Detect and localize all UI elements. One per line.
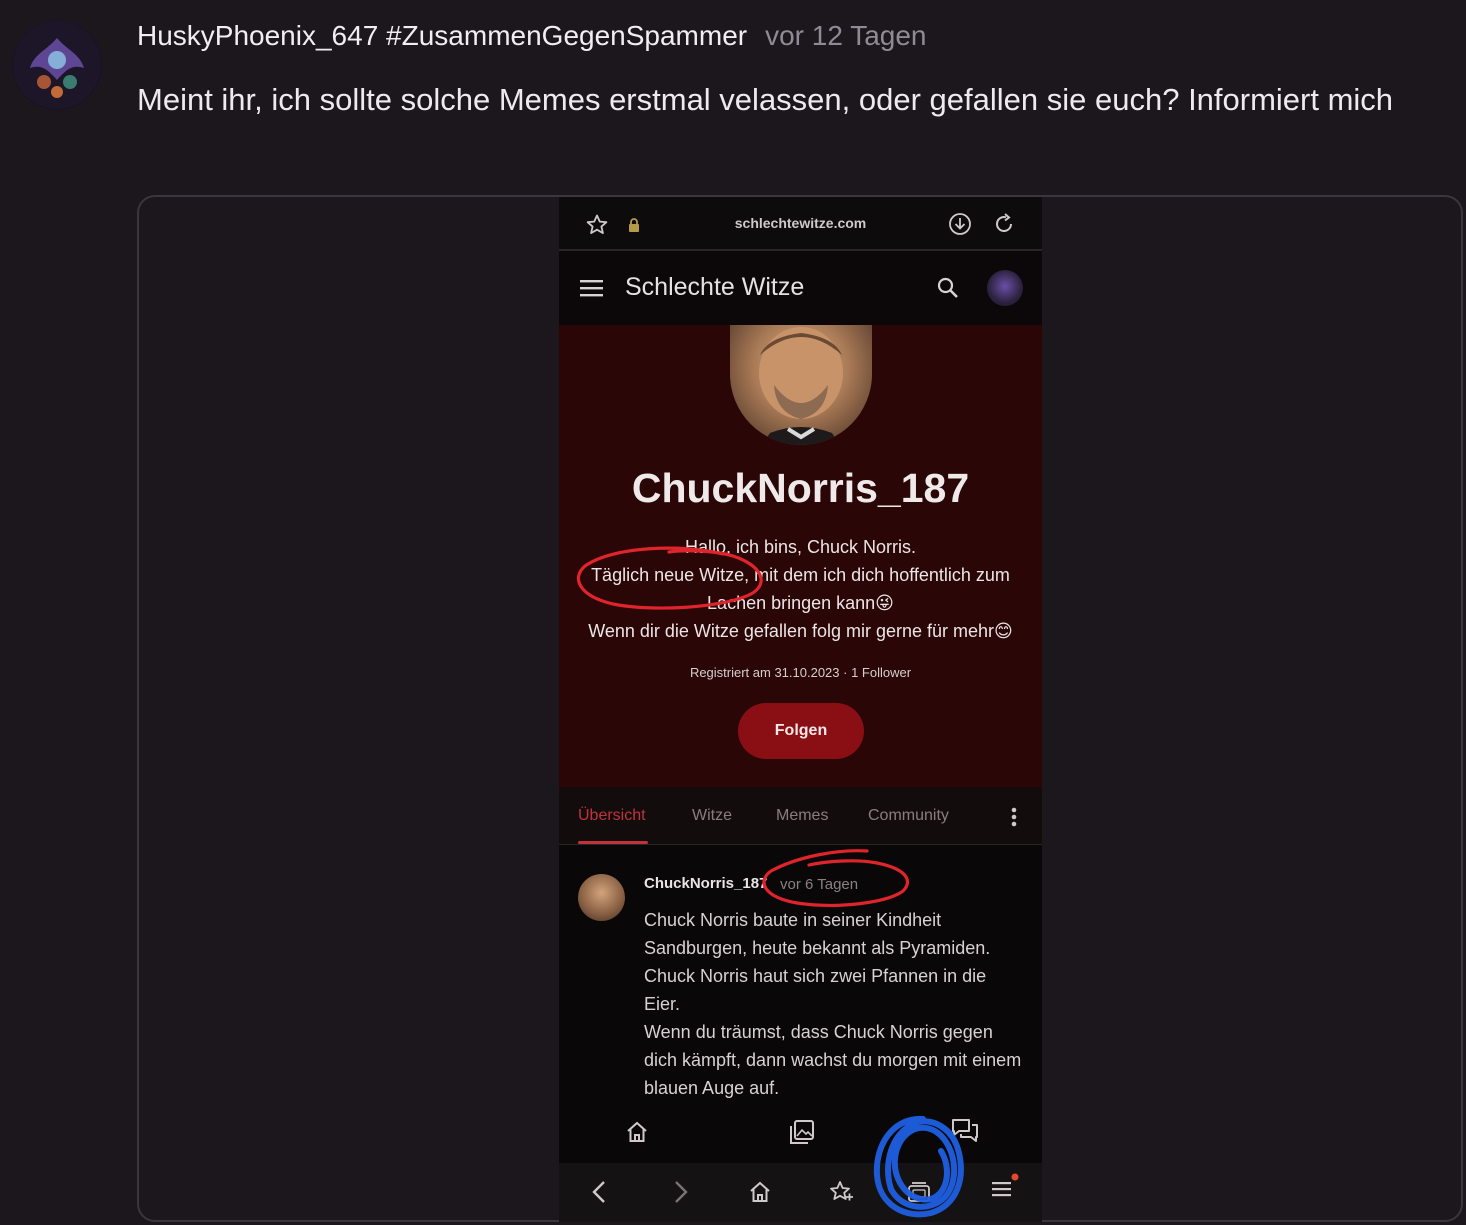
post-time: vor 12 Tagen [765,20,927,51]
post-header: HuskyPhoenix_647 #ZusammenGegenSpammer v… [137,20,926,58]
app-title[interactable]: Schlechte Witze [625,273,804,302]
download-icon[interactable] [948,212,972,236]
bookmark-icon[interactable] [828,1179,854,1205]
account-avatar[interactable] [987,270,1023,306]
tab-community[interactable]: Community [868,807,949,825]
chat-icon[interactable] [951,1118,979,1144]
tabs-icon[interactable] [906,1180,932,1204]
feed-post-line-3: Wenn du träumst, dass Chuck Norris gegen… [644,1022,1022,1098]
app-bottom-nav [559,1103,1042,1163]
profile-name: ChuckNorris_187 [631,465,970,511]
tab-witze[interactable]: Witze [692,807,732,825]
bio-line-2: Täglich neue Witze, mit dem ich dich hof… [591,565,1010,613]
app-bar: Schlechte Witze [559,253,1042,325]
embedded-screenshot[interactable]: schlechtewitze.com Schlechte Witze Chuck… [559,197,1042,1222]
more-vertical-icon[interactable] [1010,806,1018,828]
profile-meta: Registriert am 31.10.2023 · 1 Follower [689,665,912,680]
feed-post-avatar[interactable] [578,874,625,921]
back-icon[interactable] [589,1179,609,1205]
feed-post-age: vor 6 Tagen [780,876,859,893]
bio-line-3: Wenn dir die Witze gefallen folg mir ger… [588,621,1013,641]
bio-line-1: Hallo, ich bins, Chuck Norris. [684,537,917,557]
browser-menu-icon[interactable] [990,1171,1020,1201]
feed-post[interactable]: ChuckNorris_187 vor 6 Tagen Chuck Norris… [559,845,1042,1103]
browser-toolbar [559,1163,1042,1222]
tab-memes[interactable]: Memes [776,807,828,825]
feed-post-text: Chuck Norris baute in seiner Kindheit Sa… [644,906,1024,1102]
profile-bio: Hallo, ich bins, Chuck Norris. Täglich n… [573,533,1028,645]
tab-uebersicht[interactable]: Übersicht [578,807,646,825]
post-body: Meint ihr, ich sollte solche Memes erstm… [137,82,1394,117]
feed-post-line-1: Chuck Norris baute in seiner Kindheit Sa… [644,910,991,958]
profile-banner: ChuckNorris_187 Hallo, ich bins, Chuck N… [559,325,1042,787]
forward-icon[interactable] [671,1179,691,1205]
user-avatar[interactable] [12,20,102,110]
gallery-icon[interactable] [789,1119,815,1145]
feed-post-user[interactable]: ChuckNorris_187 [644,875,767,892]
browser-home-icon[interactable] [748,1180,772,1204]
active-tab-indicator [578,841,648,844]
search-icon[interactable] [936,276,960,300]
home-icon[interactable] [625,1120,649,1144]
reload-icon[interactable] [992,212,1016,236]
follow-button[interactable]: Folgen [738,703,864,759]
profile-tabs: Übersicht Witze Memes Community [559,787,1042,845]
profile-photo [730,325,872,445]
post-author[interactable]: HuskyPhoenix_647 #ZusammenGegenSpammer [137,20,747,52]
browser-url-bar: schlechtewitze.com [559,197,1042,251]
menu-icon[interactable] [580,278,604,298]
feed-post-line-2: Chuck Norris haut sich zwei Pfannen in d… [644,966,987,1014]
